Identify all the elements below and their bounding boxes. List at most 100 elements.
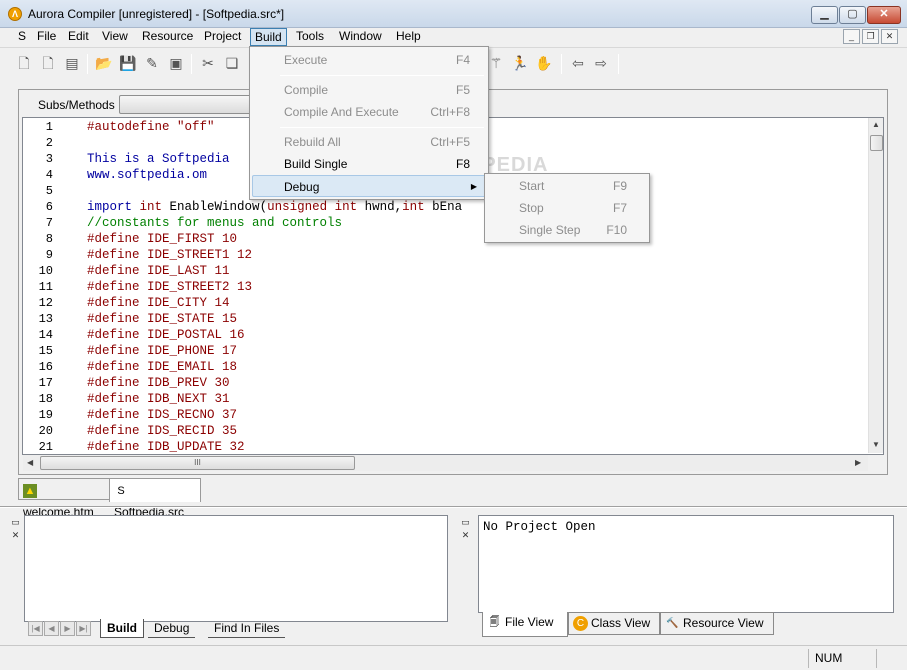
menu-window[interactable]: Window xyxy=(335,28,386,46)
menu-help[interactable]: Help xyxy=(392,28,425,46)
line-number: 18 xyxy=(38,392,53,406)
code-line: #define IDS_RECNO 37 xyxy=(87,408,238,422)
new-file-icon[interactable]: 🗋 xyxy=(38,53,58,73)
output-pane[interactable] xyxy=(24,515,448,622)
code-line: #define IDS_RECID 35 xyxy=(87,424,238,438)
menu-resource[interactable]: Resource xyxy=(138,28,197,46)
splitter[interactable] xyxy=(0,506,907,508)
tab-resource-view[interactable]: 🔨 Resource View xyxy=(660,612,774,635)
line-number-gutter: 1 2 3 4 5 6 7 8 9 10 11 12 13 14 15 16 17 18 19 20 21 xyxy=(23,118,85,454)
line-number: 17 xyxy=(38,376,53,390)
menu-build[interactable]: Build xyxy=(250,28,287,46)
pin-icon[interactable]: ▭ xyxy=(10,517,21,528)
vertical-scroll-thumb[interactable] xyxy=(870,135,883,151)
line-number: 13 xyxy=(38,312,53,326)
build-menu: Execute F4 Compile F5 Compile And Execute C… xyxy=(249,46,489,200)
status-cell xyxy=(876,649,904,668)
project-pane[interactable]: No Project Open xyxy=(478,515,894,613)
document-icon[interactable]: S xyxy=(14,28,30,46)
line-number: 21 xyxy=(38,440,53,454)
line-number: 5 xyxy=(45,184,53,198)
last-tab-icon[interactable]: ▶| xyxy=(76,621,91,636)
menu-item-debug[interactable]: Debug ▶ xyxy=(252,175,486,197)
code-line: #define IDE_LAST 11 xyxy=(87,264,230,278)
menu-edit[interactable]: Edit xyxy=(64,28,93,46)
close-icon[interactable]: ✕ xyxy=(10,530,21,541)
tab-softpedia-src[interactable]: SSoftpedia.src xyxy=(109,478,201,519)
menu-item-start[interactable]: Start F9 xyxy=(487,175,647,197)
code-line: #define IDE_STREET2 13 xyxy=(87,280,253,294)
mdi-minimize-button[interactable]: _ xyxy=(843,29,860,44)
line-number: 20 xyxy=(38,424,53,438)
close-icon[interactable]: ✕ xyxy=(460,530,471,541)
menu-item-execute[interactable]: Execute F4 xyxy=(252,49,486,71)
hand-icon[interactable]: ✋ xyxy=(534,53,554,73)
line-number: 12 xyxy=(38,296,53,310)
open-folder-icon[interactable]: 📂 xyxy=(94,53,114,73)
code-line: #define IDE_POSTAL 16 xyxy=(87,328,245,342)
copy-icon[interactable]: ❏ xyxy=(222,53,242,73)
next-tab-icon[interactable]: ▶ xyxy=(60,621,75,636)
code-line: #define IDE_PHONE 17 xyxy=(87,344,238,358)
save-icon[interactable]: 💾 xyxy=(118,53,138,73)
image-icon: ▲ xyxy=(23,483,37,498)
tab-build[interactable]: Build xyxy=(100,619,144,638)
line-number: 2 xyxy=(45,136,53,150)
menu-view[interactable]: View xyxy=(98,28,132,46)
minimize-button[interactable]: ▁ xyxy=(811,6,838,24)
subs-methods-dropdown[interactable] xyxy=(119,95,251,114)
first-tab-icon[interactable]: |◀ xyxy=(28,621,43,636)
menu-item-compile[interactable]: Compile F5 xyxy=(252,79,486,101)
mdi-restore-button[interactable]: ❐ xyxy=(862,29,879,44)
tab-debug[interactable]: Debug xyxy=(148,619,196,638)
code-line: #define IDB_UPDATE 32 xyxy=(87,440,245,454)
line-number: 11 xyxy=(38,280,53,294)
line-number: 19 xyxy=(38,408,53,422)
resource-view-icon: 🔨 xyxy=(666,618,679,630)
menu-item-rebuild-all[interactable]: Rebuild All Ctrl+F5 xyxy=(252,131,486,153)
wand-icon[interactable]: ⚚ xyxy=(486,53,506,73)
new-window-icon[interactable]: ▤ xyxy=(62,53,82,73)
new-source-icon[interactable]: 🗋 xyxy=(14,53,34,73)
code-line: #define IDB_PREV 30 xyxy=(87,376,230,390)
project-tabs: 🗐 File View C Class View 🔨 Resource View xyxy=(478,612,898,637)
code-line: #define IDE_STATE 15 xyxy=(87,312,238,326)
submenu-arrow-icon: ▶ xyxy=(470,182,477,191)
menu-item-stop[interactable]: Stop F7 xyxy=(487,197,647,219)
tab-class-view[interactable]: C Class View xyxy=(568,612,660,635)
close-button[interactable]: ✕ xyxy=(867,6,901,24)
code-line: www.softpedia.om xyxy=(87,168,208,182)
menu-item-single-step[interactable]: Single Step F10 xyxy=(487,219,647,241)
tab-find-in-files[interactable]: Find In Files xyxy=(208,619,286,638)
maximize-button[interactable]: ▢ xyxy=(839,6,866,24)
window-title: Aurora Compiler [unregistered] - [Softpe… xyxy=(28,7,285,21)
num-lock-indicator: NUM xyxy=(808,649,876,668)
cut-icon[interactable]: ✂ xyxy=(198,53,218,73)
save-all-icon[interactable]: ▣ xyxy=(166,53,186,73)
back-arrow-icon[interactable]: ⇦ xyxy=(568,53,588,73)
tab-welcome-htm[interactable]: ▲welcome.htm xyxy=(18,478,110,519)
menu-item-build-single[interactable]: Build Single F8 xyxy=(252,153,486,175)
menu-file[interactable]: File xyxy=(33,28,60,46)
app-icon: Λ xyxy=(8,7,22,21)
tab-file-view[interactable]: 🗐 File View xyxy=(482,612,568,637)
line-number: 4 xyxy=(45,168,53,182)
prev-tab-icon[interactable]: ◀ xyxy=(44,621,59,636)
menu-tools[interactable]: Tools xyxy=(292,28,328,46)
status-bar: NUM xyxy=(0,645,907,670)
forward-arrow-icon[interactable]: ⇨ xyxy=(591,53,611,73)
pin-icon[interactable]: ▭ xyxy=(460,517,471,528)
menu-project[interactable]: Project xyxy=(200,28,245,46)
line-number: 3 xyxy=(45,152,53,166)
save-as-icon[interactable]: ✎ xyxy=(142,53,162,73)
debug-submenu: Start F9 Stop F7 Single Step F10 xyxy=(484,173,650,243)
vertical-scrollbar[interactable]: ▲ ▼ xyxy=(868,118,883,453)
horizontal-scroll-thumb[interactable]: III xyxy=(40,456,355,470)
mdi-close-button[interactable]: ✕ xyxy=(881,29,898,44)
code-line: #define IDB_NEXT 31 xyxy=(87,392,230,406)
title-bar: Λ Aurora Compiler [unregistered] - [Soft… xyxy=(0,0,907,28)
run-figure-icon[interactable]: 🏃 xyxy=(510,53,530,73)
menu-item-compile-and-execute[interactable]: Compile And Execute Ctrl+F8 xyxy=(252,101,486,123)
line-number: 7 xyxy=(45,216,53,230)
line-number: 16 xyxy=(38,360,53,374)
